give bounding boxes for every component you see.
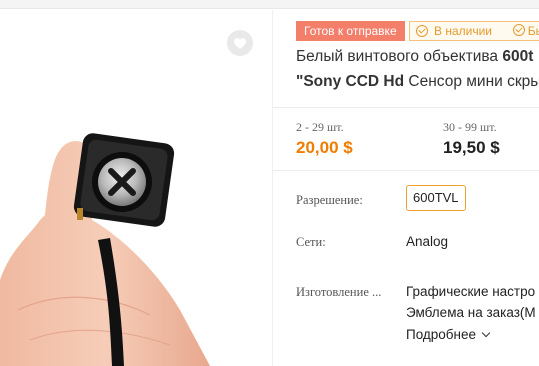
product-title-line1[interactable]: Белый винтового объектива 600t [296,48,533,66]
more-label: Подробнее [406,327,477,342]
manufacturing-value-line1: Графические настро [406,284,536,299]
tier-2-range: 30 - 99 шт. [443,120,497,134]
ready-to-ship-badge: Готов к отправке [296,21,405,41]
resolution-option-600tvl[interactable]: 600TVL [406,185,466,211]
manufacturing-value-line2: Эмблема на заказ(М [406,305,536,320]
chevron-down-icon [481,328,491,338]
product-title-line2[interactable]: "Sony CCD Hd Сенсор мини скрыт [296,73,539,91]
in-stock-label: В наличии [434,24,493,38]
product-image[interactable] [0,10,262,366]
more-details-link[interactable]: Подробнее [406,327,491,342]
divider [273,170,539,171]
fast-badge-label: Быст [527,24,539,38]
camera-photo [0,133,210,366]
tier-2-price: 19,50 $ [443,138,500,157]
tier-1-price: 20,00 $ [296,138,353,157]
divider [273,107,539,108]
title-text: Сенсор мини скрыт [404,73,539,90]
resolution-label: Разрешение: [296,193,363,207]
panel-divider [272,10,273,366]
check-circle-icon [416,25,428,37]
in-stock-badge: В наличии Быст [409,21,539,41]
title-text: Белый винтового объектива [296,48,503,65]
manufacturing-label: Изготовление ... [296,285,382,299]
network-value: Analog [406,234,449,249]
title-bold-text: 600t [502,48,534,65]
top-divider [0,0,539,9]
title-bold-text: "Sony CCD Hd [296,73,405,90]
favorite-button[interactable] [227,30,253,56]
network-label: Сети: [296,235,326,249]
heart-icon [234,37,246,49]
tier-1-range: 2 - 29 шт. [296,120,344,134]
check-circle-icon [512,24,525,36]
